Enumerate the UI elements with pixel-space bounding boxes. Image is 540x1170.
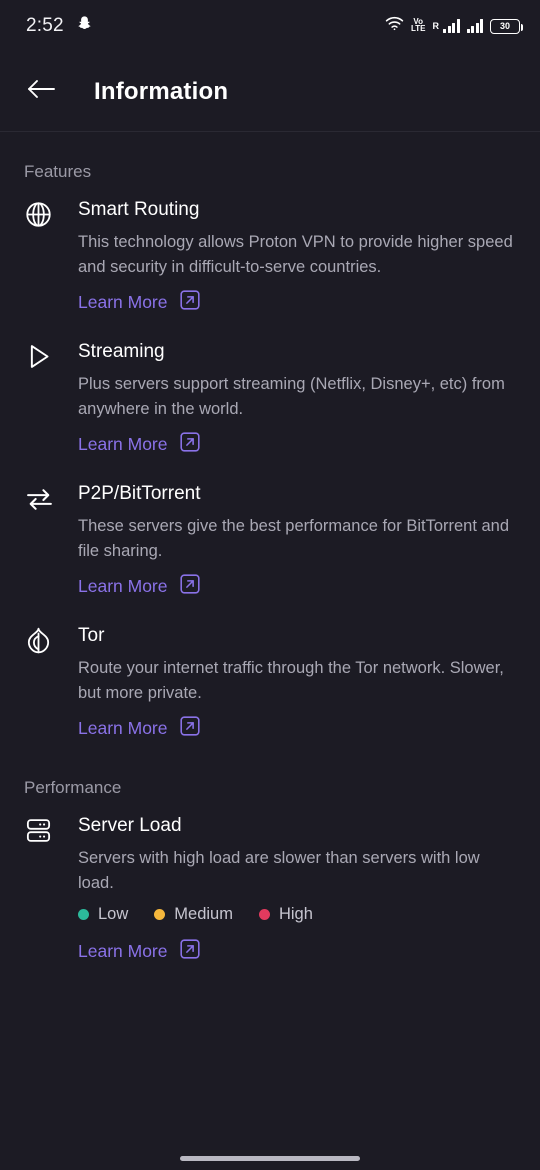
server-load-legend: Low Medium High (78, 905, 516, 924)
learn-more-label: Learn More (78, 434, 168, 454)
snapchat-ghost-icon (76, 15, 93, 37)
learn-more-link-streaming[interactable]: Learn More (78, 431, 201, 458)
swap-arrows-icon (24, 478, 78, 606)
feature-body: Server Load Servers with high load are s… (78, 810, 516, 971)
feature-body: Smart Routing This technology allows Pro… (78, 194, 516, 322)
feature-tor: Tor Route your internet traffic through … (24, 620, 516, 748)
signal-bars-sim2-icon (466, 19, 483, 33)
feature-server-load: Server Load Servers with high load are s… (24, 810, 516, 971)
learn-more-link-tor[interactable]: Learn More (78, 715, 201, 742)
legend-label-high: High (278, 905, 313, 923)
feature-description: This technology allows Proton VPN to pro… (78, 233, 513, 276)
onion-icon (24, 620, 78, 748)
feature-body: P2P/BitTorrent These servers give the be… (78, 478, 516, 606)
feature-title: Smart Routing (78, 199, 200, 220)
learn-more-link-p2p[interactable]: Learn More (78, 573, 201, 600)
feature-title: Streaming (78, 341, 165, 362)
feature-title: Tor (78, 625, 105, 646)
feature-body: Tor Route your internet traffic through … (78, 620, 516, 748)
external-link-icon (179, 715, 201, 742)
roaming-indicator: R (432, 21, 440, 31)
feature-description: These servers give the best performance … (78, 517, 510, 560)
back-button[interactable] (24, 75, 58, 109)
legend-dot-medium-icon (154, 909, 166, 920)
status-bar-clock: 2:52 (26, 15, 64, 36)
volte-indicator: Vo LTE (410, 18, 426, 33)
feature-streaming: Streaming Plus servers support streaming… (24, 336, 516, 464)
section-label-features: Features (24, 162, 92, 181)
wifi-icon (385, 16, 404, 36)
battery-icon: 30 (490, 18, 523, 34)
battery-level-label: 30 (499, 20, 510, 31)
external-link-icon (179, 938, 201, 965)
external-link-icon (179, 289, 201, 316)
learn-more-label: Learn More (78, 941, 168, 961)
learn-more-link-smart-routing[interactable]: Learn More (78, 289, 201, 316)
app-bar: Information (0, 52, 540, 132)
page-title: Information (94, 77, 229, 105)
information-content: Features Smart Routing This technology a… (0, 162, 540, 971)
legend-item-medium: Medium (154, 905, 233, 924)
legend-dot-low-icon (78, 909, 89, 920)
server-icon (24, 810, 78, 971)
legend-label-low: Low (98, 905, 129, 923)
external-link-icon (179, 431, 201, 458)
learn-more-label: Learn More (78, 718, 168, 738)
feature-title: P2P/BitTorrent (78, 483, 201, 504)
signal-bars-sim1-icon (443, 19, 460, 33)
status-bar: 2:52 Vo LTE R 30 (0, 0, 540, 52)
feature-description: Plus servers support streaming (Netflix,… (78, 375, 505, 418)
legend-label-medium: Medium (174, 905, 233, 923)
feature-title: Server Load (78, 815, 182, 836)
legend-item-low: Low (78, 905, 128, 924)
section-label-performance: Performance (24, 778, 122, 797)
arrow-left-icon (26, 77, 56, 106)
home-indicator[interactable] (180, 1156, 360, 1161)
learn-more-label: Learn More (78, 576, 168, 596)
feature-description: Route your internet traffic through the … (78, 659, 504, 702)
legend-dot-high-icon (258, 909, 270, 920)
status-bar-left: 2:52 (26, 15, 93, 37)
learn-more-label: Learn More (78, 292, 168, 312)
legend-item-high: High (258, 905, 313, 924)
learn-more-link-server-load[interactable]: Learn More (78, 938, 201, 965)
globe-icon (24, 194, 78, 322)
feature-body: Streaming Plus servers support streaming… (78, 336, 516, 464)
feature-description: Servers with high load are slower than s… (78, 849, 480, 892)
external-link-icon (179, 573, 201, 600)
feature-p2p-bittorrent: P2P/BitTorrent These servers give the be… (24, 478, 516, 606)
feature-smart-routing: Smart Routing This technology allows Pro… (24, 194, 516, 322)
play-icon (24, 336, 78, 464)
status-bar-right: Vo LTE R 30 (385, 16, 523, 36)
volte-bottom-label: LTE (410, 24, 426, 33)
